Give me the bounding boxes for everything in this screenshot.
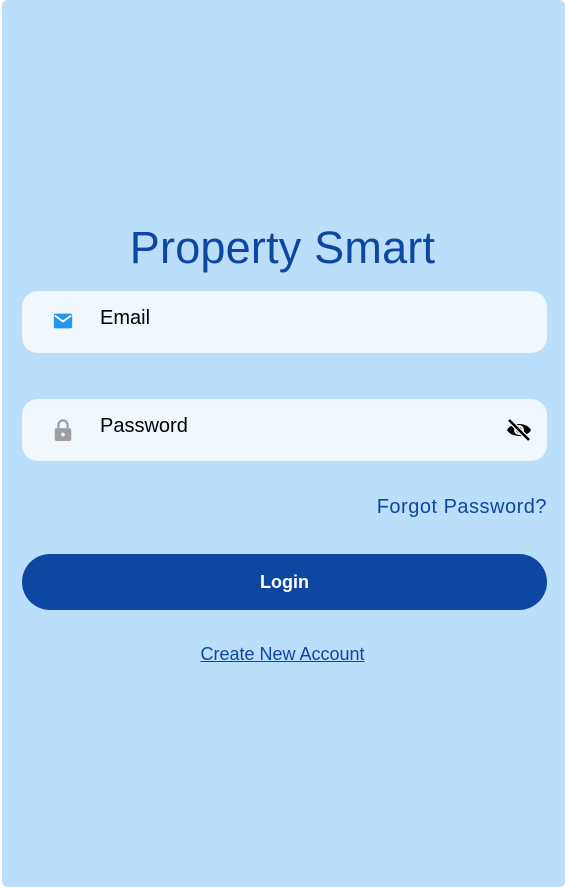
visibility-off-icon[interactable] <box>505 417 533 443</box>
login-screen: Property Smart Email Password Forgot Pas… <box>2 0 565 887</box>
create-account-wrapper: Create New Account <box>0 644 565 665</box>
login-button[interactable]: Login <box>22 554 547 610</box>
create-account-link[interactable]: Create New Account <box>200 644 364 664</box>
email-field[interactable]: Email <box>22 291 547 353</box>
password-label: Password <box>100 415 188 437</box>
mail-icon <box>52 310 73 332</box>
email-label: Email <box>100 307 151 329</box>
password-field[interactable]: Password <box>22 399 547 461</box>
forgot-password-link[interactable]: Forgot Password? <box>377 496 547 519</box>
app-title: Property Smart <box>129 222 436 273</box>
lock-icon <box>52 418 72 441</box>
